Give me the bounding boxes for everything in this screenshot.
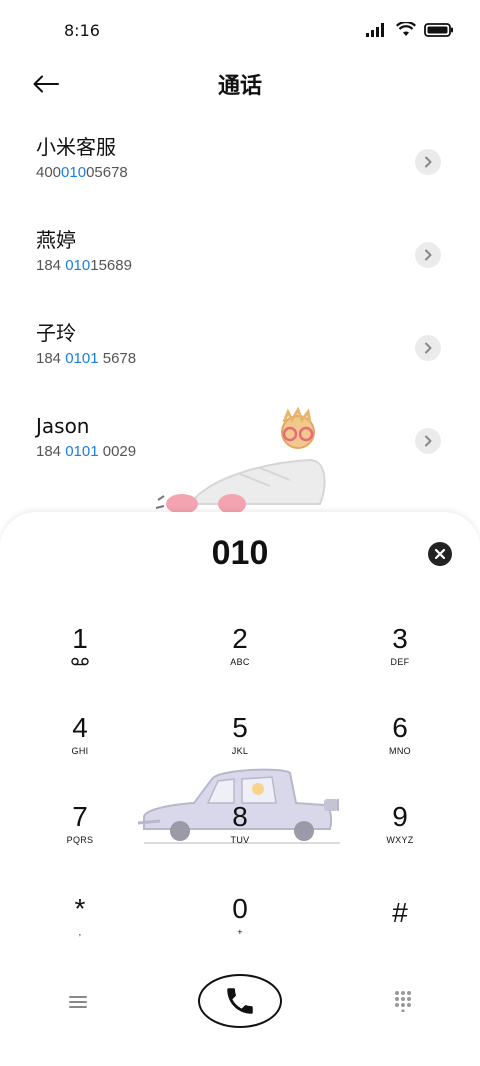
wifi-icon (396, 22, 416, 36)
dial-key-star[interactable]: * , (25, 892, 135, 962)
header: 通话 (0, 62, 480, 106)
dial-key-hash[interactable]: # (345, 896, 455, 966)
contact-detail-button[interactable] (415, 242, 441, 268)
key-digit: 4 (72, 712, 88, 743)
phone-icon (227, 988, 253, 1014)
status-time: 8:16 (64, 21, 100, 40)
clear-circle-icon (434, 548, 446, 560)
number-match: 010 (61, 164, 87, 181)
key-sub-label: TUV (230, 835, 250, 845)
dialed-number-display[interactable]: 010 (0, 534, 480, 573)
dial-key-3[interactable]: 3 DEF (345, 622, 455, 692)
key-digit: 9 (392, 801, 408, 832)
page-title: 通话 (217, 74, 262, 99)
chevron-right-icon (425, 156, 432, 168)
menu-icon (69, 996, 87, 1008)
key-sub-label: ABC (230, 657, 250, 667)
key-digit: 6 (392, 712, 408, 743)
number-prefix: 400 (36, 164, 62, 181)
contact-result-row[interactable]: 子玲 184 0101 5678 (0, 318, 480, 411)
number-match: 0101 (65, 443, 99, 460)
key-digit: 1 (72, 623, 88, 654)
key-sub-label: DEF (390, 657, 410, 667)
key-sub-label: MNO (389, 746, 411, 756)
contact-detail-button[interactable] (415, 335, 441, 361)
key-sub-label: GHI (71, 746, 89, 756)
key-digit: * (74, 893, 86, 924)
key-sub-label: PQRS (66, 835, 94, 845)
number-match: 0101 (65, 350, 99, 367)
contact-name: 子玲 (36, 321, 76, 345)
contact-detail-button[interactable] (415, 149, 441, 175)
dial-key-4[interactable]: 4 GHI (25, 711, 135, 781)
key-digit: 3 (392, 623, 408, 654)
number-suffix: 0029 (98, 443, 137, 460)
dial-key-2[interactable]: 2 ABC (185, 622, 295, 692)
signal-icon (366, 22, 384, 37)
key-digit: 8 (232, 801, 248, 832)
contact-number: 40001005678 (36, 164, 480, 181)
key-digit: 0 (232, 893, 248, 924)
dial-key-6[interactable]: 6 MNO (345, 711, 455, 781)
dialpad-icon (395, 991, 411, 1013)
contact-number: 184 0101 5678 (36, 350, 480, 367)
number-suffix: 05678 (86, 164, 128, 181)
key-sub-label: + (237, 927, 243, 937)
contact-result-row[interactable]: 小米客服 40001005678 (0, 132, 480, 225)
character-illustration (155, 406, 326, 514)
key-sub-label (25, 657, 135, 669)
key-sub-label: WXYZ (386, 835, 414, 845)
call-button[interactable] (198, 974, 282, 1028)
number-match: 010 (65, 257, 91, 274)
dial-key-1[interactable]: 1 (25, 622, 135, 692)
contact-detail-button[interactable] (415, 428, 441, 454)
status-icons (366, 22, 454, 37)
number-prefix: 184 (36, 350, 66, 367)
contact-number: 184 01015689 (36, 257, 480, 274)
dial-key-5[interactable]: 5 JKL (185, 711, 295, 781)
dialpad-toggle-button[interactable] (392, 990, 414, 1013)
battery-icon (424, 22, 453, 37)
status-bar: 8:16 (0, 0, 480, 62)
voicemail-icon (71, 657, 89, 666)
number-suffix: 15689 (90, 257, 132, 274)
clear-input-button[interactable] (428, 542, 452, 566)
number-prefix: 184 (36, 257, 66, 274)
key-digit: 2 (232, 623, 248, 654)
contact-result-row[interactable]: 燕婷 184 01015689 (0, 225, 480, 318)
chevron-right-icon (425, 342, 432, 354)
dial-key-9[interactable]: 9 WXYZ (345, 800, 455, 870)
chevron-right-icon (425, 435, 432, 447)
contact-name: 小米客服 (36, 135, 116, 159)
key-sub-label (345, 931, 455, 943)
key-sub-label: JKL (231, 746, 249, 756)
contact-name: 燕婷 (36, 228, 76, 252)
number-prefix: 184 (36, 443, 66, 460)
key-digit: # (392, 897, 408, 928)
dialer-bottom-bar (0, 974, 480, 1034)
dial-pad-panel: 010 1 2 ABC 3 DEF 4 GHI 5 JKL 6 MNO 7 PQ… (0, 512, 480, 1066)
dial-key-0[interactable]: 0 + (185, 892, 295, 962)
key-sub-label: , (78, 927, 82, 937)
key-digit: 7 (72, 801, 88, 832)
number-suffix: 5678 (98, 350, 137, 367)
dial-key-8[interactable]: 8 TUV (185, 800, 295, 870)
key-digit: 5 (232, 712, 248, 743)
chevron-right-icon (425, 249, 432, 261)
dial-key-7[interactable]: 7 PQRS (25, 800, 135, 870)
menu-button[interactable] (66, 990, 90, 1014)
